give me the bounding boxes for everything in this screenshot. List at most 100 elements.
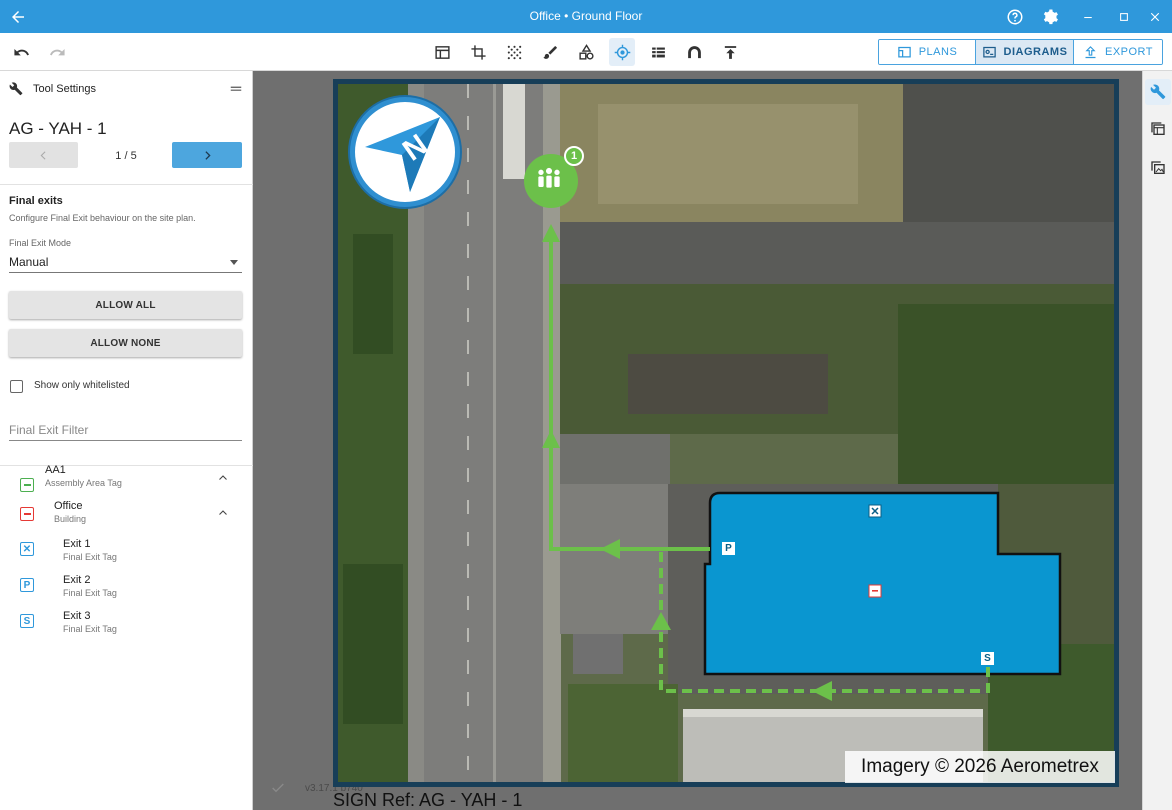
undo-icon xyxy=(13,48,29,55)
plans-icon xyxy=(897,46,911,57)
tree-item-type: Final Exit Tag xyxy=(63,552,117,562)
final-exit-filter-input[interactable]: Final Exit Filter xyxy=(9,421,242,441)
tab-plans[interactable]: PLANS xyxy=(879,40,976,64)
images-rail-button[interactable] xyxy=(1145,155,1171,181)
final-exit-mode-value: Manual xyxy=(9,255,49,269)
tool-settings-panel: Tool Settings AG - YAH - 1 1 / 5 Final e… xyxy=(0,71,253,810)
tree-item-type: Final Exit Tag xyxy=(63,624,117,634)
redo-icon xyxy=(49,48,65,55)
route-arrow-up xyxy=(542,224,560,242)
exit-x-icon: ✕ xyxy=(20,542,34,556)
filter-placeholder: Final Exit Filter xyxy=(9,423,89,437)
tab-diagrams-label: DIAGRAMS xyxy=(1003,46,1068,58)
route-arrow-up xyxy=(651,612,671,630)
tree-item-office[interactable]: Office Building xyxy=(0,500,253,530)
assembly-area-marker[interactable]: 1 xyxy=(524,146,584,208)
dotted-grid-icon xyxy=(507,45,521,59)
divider xyxy=(0,184,253,185)
grid-tool[interactable] xyxy=(501,38,527,66)
door-tool[interactable] xyxy=(681,38,707,66)
diagrams-icon xyxy=(982,46,996,57)
exit-s-icon: S xyxy=(20,614,34,628)
sign-reference: SIGN Ref: AG - YAH - 1 xyxy=(333,790,523,810)
tab-export[interactable]: EXPORT xyxy=(1074,40,1162,64)
section-title: Final exits xyxy=(9,195,63,207)
crop-tool[interactable] xyxy=(465,38,491,66)
right-rail xyxy=(1142,71,1172,810)
tree-item-exit-3[interactable]: S Exit 3 Final Exit Tag xyxy=(0,610,253,640)
minimize-icon xyxy=(1084,16,1092,18)
section-description: Configure Final Exit behaviour on the si… xyxy=(9,213,196,223)
close-button[interactable] xyxy=(1137,0,1172,33)
tab-diagrams[interactable]: DIAGRAMS xyxy=(976,40,1074,64)
tool-settings-rail-button[interactable] xyxy=(1145,79,1171,105)
panel-header-label: Tool Settings xyxy=(33,83,96,95)
settings-button[interactable] xyxy=(1032,0,1068,33)
toolbar: PLANS DIAGRAMS EXPORT xyxy=(0,33,1172,71)
wrench-icon xyxy=(1150,84,1166,100)
route-arrow-up xyxy=(542,430,560,448)
north-compass[interactable]: N xyxy=(350,97,460,207)
close-icon xyxy=(1150,12,1160,21)
title-bar: Office • Ground Floor xyxy=(0,0,1172,33)
undo-button[interactable] xyxy=(8,38,34,66)
drag-handle-icon[interactable] xyxy=(229,82,243,96)
layers-tool[interactable] xyxy=(645,38,671,66)
next-sign-button[interactable] xyxy=(172,142,242,168)
final-exit-mode-label: Final Exit Mode xyxy=(9,238,72,248)
whitelist-checkbox[interactable] xyxy=(10,380,23,393)
tree-item-name: Exit 3 xyxy=(63,610,91,622)
sign-canvas[interactable]: P S N 1 xyxy=(333,79,1119,787)
layout-tool[interactable] xyxy=(429,38,455,66)
gear-icon xyxy=(1043,9,1058,24)
whitelist-checkbox-label: Show only whitelisted xyxy=(34,380,130,391)
previous-sign-button[interactable] xyxy=(9,142,78,168)
exit-s-marker[interactable]: S xyxy=(981,652,994,665)
wrench-icon xyxy=(9,82,23,96)
tree-item-name: Exit 1 xyxy=(63,538,91,550)
export-icon xyxy=(1085,45,1096,58)
allow-all-button[interactable]: ALLOW ALL xyxy=(9,291,242,319)
tab-export-label: EXPORT xyxy=(1104,46,1154,58)
tree-item-type: Assembly Area Tag xyxy=(45,478,122,488)
assembly-count-badge: 1 xyxy=(564,146,584,166)
imagery-attribution: Imagery © 2026 Aerometrex xyxy=(845,751,1115,783)
north-arrow-icon: N xyxy=(365,117,440,192)
brush-tool[interactable] xyxy=(537,38,563,66)
tree-item-exit-1[interactable]: ✕ Exit 1 Final Exit Tag xyxy=(0,538,253,568)
allow-none-button[interactable]: ALLOW NONE xyxy=(9,329,242,357)
tree-item-aa1[interactable]: AA1 Assembly Area Tag xyxy=(0,464,253,494)
location-tool[interactable] xyxy=(609,38,635,66)
exit-p-marker[interactable]: P xyxy=(722,542,735,555)
help-button[interactable] xyxy=(997,0,1033,33)
tree-item-exit-2[interactable]: P Exit 2 Final Exit Tag xyxy=(0,574,253,604)
chevron-up-icon[interactable] xyxy=(217,507,229,519)
route-arrow-left xyxy=(812,681,832,701)
upload-tool[interactable] xyxy=(717,38,743,66)
chevron-up-icon[interactable] xyxy=(217,472,229,484)
redo-button[interactable] xyxy=(44,38,70,66)
view-tabs: PLANS DIAGRAMS EXPORT xyxy=(878,39,1163,65)
chevron-right-icon xyxy=(204,150,211,160)
legend-icon xyxy=(651,47,665,57)
crop-icon xyxy=(470,44,486,60)
upload-icon xyxy=(724,45,736,59)
building-tag-icon xyxy=(20,507,34,521)
people-group-icon xyxy=(538,167,560,188)
tree-item-type: Final Exit Tag xyxy=(63,588,117,598)
image-stack-icon xyxy=(1151,161,1165,174)
shapes-tool[interactable] xyxy=(573,38,599,66)
final-exit-mode-select[interactable]: Manual xyxy=(9,251,242,273)
route-arrow-left xyxy=(600,539,620,559)
aerial-map[interactable]: P S N 1 xyxy=(338,84,1114,782)
chevron-left-icon xyxy=(40,150,46,160)
crosshair-icon xyxy=(614,44,630,60)
tree-item-name: Office xyxy=(54,500,83,512)
check-icon xyxy=(272,783,284,793)
shapes-icon xyxy=(578,43,594,60)
building-shape xyxy=(703,491,1062,676)
door-arc-icon xyxy=(687,45,701,58)
brush-icon xyxy=(542,45,557,59)
pages-rail-button[interactable] xyxy=(1145,116,1171,142)
minimize-button[interactable] xyxy=(1070,0,1106,33)
